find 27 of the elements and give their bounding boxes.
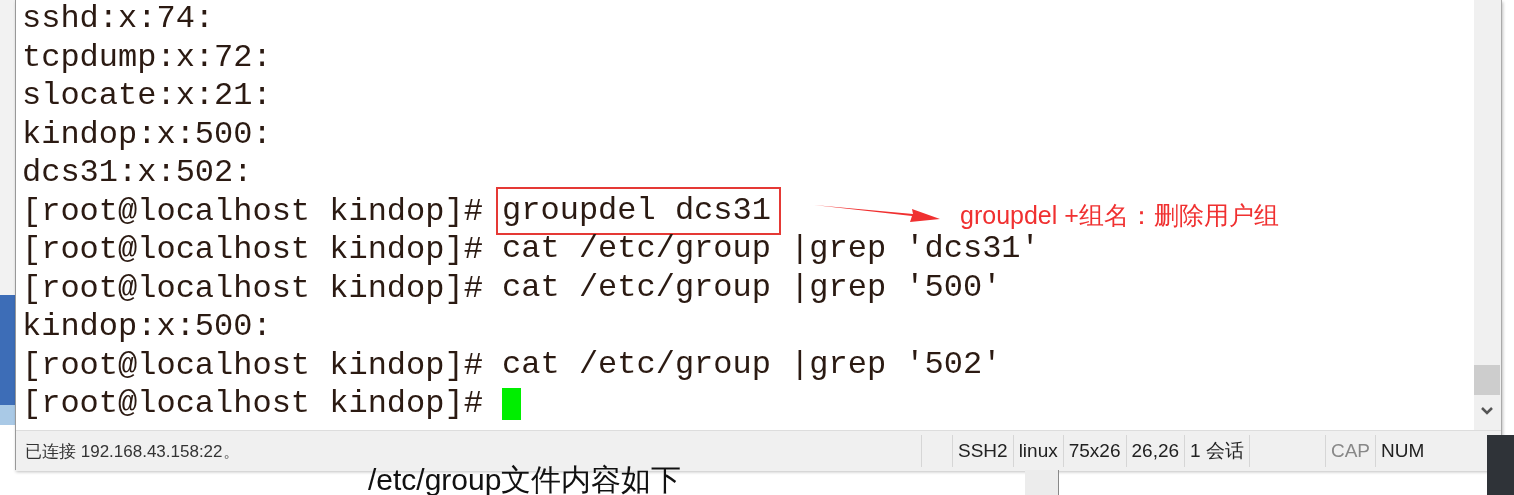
terminal-output-line: kindop:x:500:: [22, 115, 273, 154]
highlighted-command: groupdel dcs31: [496, 186, 781, 235]
terminal-output-line: slocate:x:21:: [22, 77, 273, 116]
terminal-output-line: kindop:x:500:: [22, 308, 273, 347]
status-field: 1 会话: [1184, 435, 1249, 467]
shell-prompt: [root@localhost kindop]#: [22, 385, 484, 422]
terminal-output-line: sshd:x:74:: [22, 0, 216, 39]
status-field: 26,26: [1125, 435, 1185, 467]
terminal-command: cat /etc/group |grep '502': [502, 346, 1002, 383]
terminal-output-line: tcpdump:x:72:: [22, 38, 273, 77]
shell-prompt: [root@localhost kindop]#: [22, 231, 484, 268]
annotation-text: groupdel +组名：删除用户组: [960, 200, 1279, 231]
status-field: 75x26: [1062, 435, 1126, 467]
status-message: 已连接 192.168.43.158:22。: [24, 440, 241, 463]
shell-prompt: [root@localhost kindop]#: [22, 269, 484, 307]
terminal-command: cat /etc/group |grep '500': [502, 269, 1002, 306]
scrollbar-thumb[interactable]: [1474, 365, 1500, 395]
dark-panel: [1487, 435, 1514, 495]
status-field: CAP: [1324, 435, 1375, 467]
scrollbar[interactable]: [1474, 0, 1501, 430]
status-field: linux: [1012, 435, 1063, 467]
shell-prompt: [root@localhost kindop]#: [22, 346, 484, 384]
status-field: SSH2: [952, 435, 1013, 467]
status-field: NUM: [1375, 435, 1430, 467]
shell-prompt: [root@localhost kindop]#: [22, 192, 484, 230]
terminal-output-line: dcs31:x:502:: [22, 154, 254, 193]
chevron-down-icon[interactable]: [1480, 406, 1494, 416]
